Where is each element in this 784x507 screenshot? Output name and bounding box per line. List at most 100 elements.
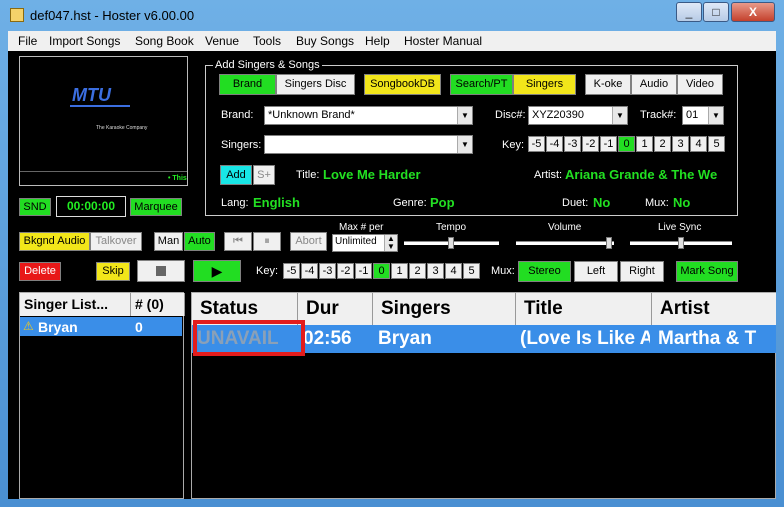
stop-icon [156,266,166,276]
key-minus2[interactable]: -2 [582,136,599,152]
key-zero[interactable]: 0 [618,136,635,152]
transport-key-minus5[interactable]: -5 [283,263,300,279]
singer-count-header[interactable]: # (0) [131,293,185,316]
brand-tab[interactable]: Brand [219,74,276,95]
singers-disc-tab[interactable]: Singers Disc [276,74,355,95]
transport-key-plus1[interactable]: 1 [391,263,408,279]
skip-button[interactable]: Skip [96,262,130,281]
menu-help[interactable]: Help [365,34,390,48]
key-label: Key: [502,139,525,151]
delete-button[interactable]: Delete [19,262,61,281]
key-minus5[interactable]: -5 [528,136,545,152]
maximize-button[interactable]: □ [703,2,729,22]
menu-file[interactable]: File [18,34,37,48]
right-button[interactable]: Right [620,261,664,282]
songbookdb-tab[interactable]: SongbookDB [364,74,441,95]
artist-label: Artist: [534,169,563,181]
key-plus5[interactable]: 5 [708,136,725,152]
brand-select[interactable]: *Unknown Brand* ▼ [264,106,473,125]
dur-header[interactable]: Dur [298,293,373,325]
menu-bar: File Import Songs Song Book Venue Tools … [8,31,776,51]
bkgnd-audio-button[interactable]: Bkgnd Audio [19,232,90,251]
mark-song-button[interactable]: Mark Song [676,261,738,282]
max-per-value: Unlimited [335,236,377,247]
left-button[interactable]: Left [574,261,618,282]
pause-icon[interactable]: ⏸ [253,232,281,251]
transport-key-plus2[interactable]: 2 [409,263,426,279]
mux-value: No [673,195,691,210]
audio-tab[interactable]: Audio [631,74,677,95]
chevron-down-icon: ▼ [457,136,472,153]
transport-key-minus3[interactable]: -3 [319,263,336,279]
key-minus3[interactable]: -3 [564,136,581,152]
key-minus4[interactable]: -4 [546,136,563,152]
singer-name: Bryan [38,319,78,335]
talkover-button[interactable]: Talkover [90,232,142,251]
snd-button[interactable]: SND [19,198,51,216]
track-select-value: 01 [686,109,699,121]
mux-label: Mux: [645,197,669,209]
add-key-selector: -5 -4 -3 -2 -1 0 1 2 3 4 5 [528,136,728,154]
volume-slider-thumb[interactable] [606,237,612,249]
transport-key-plus5[interactable]: 5 [463,263,480,279]
stop-button[interactable] [137,260,185,282]
transport-key-minus1[interactable]: -1 [355,263,372,279]
video-preview: MTU The Karaoke Company • This [19,56,188,186]
menu-song-book[interactable]: Song Book [135,34,194,48]
track-select[interactable]: 01 ▼ [682,106,724,125]
add-button[interactable]: Add [220,165,252,185]
singer-list-header[interactable]: Singer List... [20,293,131,316]
play-icon[interactable]: ▶ [193,260,241,282]
key-plus2[interactable]: 2 [654,136,671,152]
status-highlight-box [193,320,305,356]
transport-key-plus3[interactable]: 3 [427,263,444,279]
singer-row[interactable]: ⚠ Bryan 0 [20,317,182,336]
video-tab[interactable]: Video [677,74,723,95]
marquee-button[interactable]: Marquee [130,198,182,216]
singers-header[interactable]: Singers [373,293,516,325]
key-plus1[interactable]: 1 [636,136,653,152]
key-plus3[interactable]: 3 [672,136,689,152]
caption-divider [20,171,187,172]
minimize-button[interactable]: _ [676,2,702,22]
k-oke-tab[interactable]: K-oke [585,74,631,95]
max-per-spinner[interactable]: Unlimited ▲ ▼ [332,234,398,252]
live-sync-slider-thumb[interactable] [678,237,684,249]
window-title: def047.hst - Hoster v6.00.00 [30,8,195,23]
title-header[interactable]: Title [516,293,652,325]
search-pt-tab[interactable]: Search/PT [450,74,513,95]
tempo-slider-thumb[interactable] [448,237,454,249]
s-plus-button[interactable]: S+ [253,165,275,185]
stereo-button[interactable]: Stereo [518,261,571,282]
close-button[interactable]: X [731,2,775,22]
menu-venue[interactable]: Venue [205,34,239,48]
singers-select[interactable]: ▼ [264,135,473,154]
live-sync-slider[interactable] [630,237,732,249]
key-minus1[interactable]: -1 [600,136,617,152]
menu-buy-songs[interactable]: Buy Songs [296,34,354,48]
menu-tools[interactable]: Tools [253,34,281,48]
auto-button[interactable]: Auto [184,232,215,251]
singers-tab[interactable]: Singers [513,74,576,95]
artist-header[interactable]: Artist [652,293,776,325]
transport-key-plus4[interactable]: 4 [445,263,462,279]
key-plus4[interactable]: 4 [690,136,707,152]
transport-key-minus2[interactable]: -2 [337,263,354,279]
volume-slider[interactable] [516,237,614,249]
chevron-down-icon: ▼ [708,107,723,124]
tempo-slider[interactable] [404,237,499,249]
man-button[interactable]: Man [154,232,183,251]
title-bar[interactable]: def047.hst - Hoster v6.00.00 _ □ X [0,0,784,30]
menu-import-songs[interactable]: Import Songs [49,34,120,48]
menu-hoster-manual[interactable]: Hoster Manual [404,34,482,48]
transport-key-zero[interactable]: 0 [373,263,390,279]
spinner-arrows-icon: ▲ ▼ [384,235,397,251]
previous-icon[interactable]: ⏮ [224,232,252,251]
artist-value: Ariana Grande & The We [565,167,718,182]
singer-cell: Bryan [378,328,432,349]
duet-value: No [593,195,611,210]
disc-select[interactable]: XYZ20390 ▼ [528,106,628,125]
transport-key-minus4[interactable]: -4 [301,263,318,279]
artist-cell: Martha & T [658,328,757,349]
abort-button[interactable]: Abort [290,232,327,251]
